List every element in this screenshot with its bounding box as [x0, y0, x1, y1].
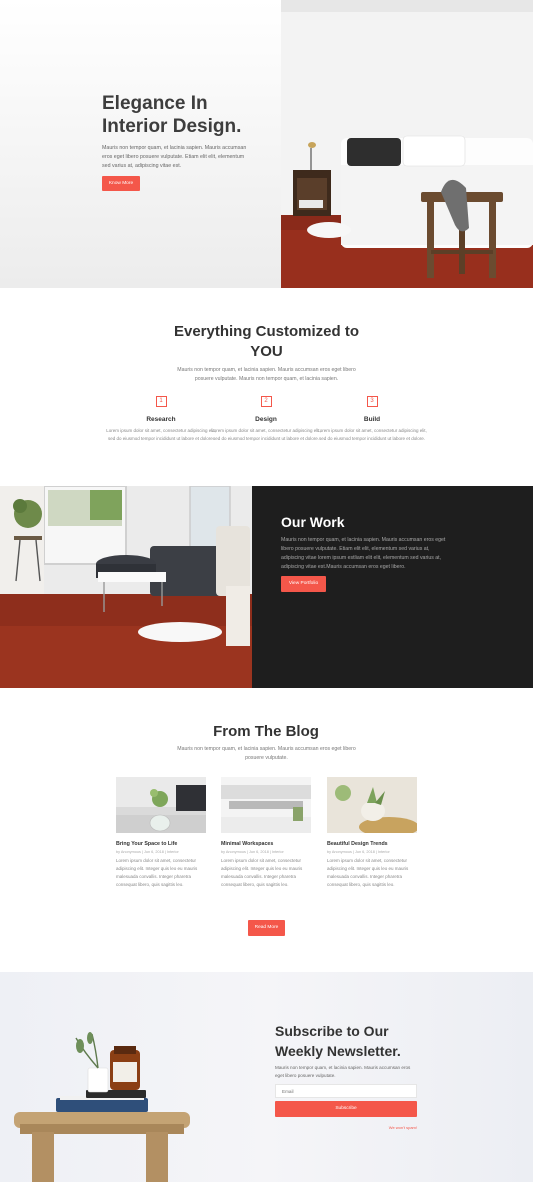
feature-title: Research: [146, 416, 176, 423]
feature-research: 1 Research Lorem ipsum dolor sit amet, c…: [106, 396, 216, 443]
features-title: Everything Customized to YOU: [173, 323, 360, 360]
blog-title: From The Blog: [213, 723, 319, 740]
hero-section: Elegance In Interior Design. Mauris non …: [0, 0, 533, 288]
feature-number-badge: 2: [260, 396, 272, 407]
blog-post-excerpt: Lorem ipsum dolor sit amet, consectetur …: [327, 858, 409, 887]
read-more-button[interactable]: Read More: [248, 920, 285, 936]
hero-bedroom-image: [281, 0, 533, 288]
our-work-description: Mauris non tempor quam, et lacinia sapie…: [281, 537, 446, 570]
feature-number-badge: 3: [366, 396, 378, 407]
feature-text: Lorem ipsum dolor sit amet, consectetur …: [106, 428, 216, 441]
living-room-image: [0, 486, 252, 688]
newsletter-background: [0, 972, 533, 1182]
features-subtitle: Mauris non tempor quam, et lacinia sapie…: [177, 367, 356, 382]
know-more-button[interactable]: Know More: [102, 176, 140, 191]
subscribe-button[interactable]: Subscribe: [275, 1101, 417, 1117]
stool-with-decor-image: [14, 1032, 190, 1182]
blog-post-excerpt: Lorem ipsum dolor sit amet, consectetur …: [116, 858, 198, 887]
feature-title: Design: [255, 416, 277, 423]
blog-post-meta: by Anonymous | Jun 6, 2018 | Interior: [116, 850, 179, 854]
feature-text: Lorem ipsum dolor sit amet, consectetur …: [211, 428, 321, 441]
feature-number-badge: 1: [155, 396, 167, 407]
feature-text: Lorem ipsum dolor sit amet, consectetur …: [317, 428, 427, 441]
view-portfolio-button[interactable]: View Portfolio: [281, 576, 326, 592]
feature-title: Build: [363, 416, 381, 423]
blog-post-title[interactable]: Bring Your Space to Life: [116, 841, 206, 847]
blog-post-image[interactable]: [221, 777, 311, 833]
blog-post-meta: by Anonymous | Jun 6, 2018 | Interior: [327, 850, 390, 854]
blog-post-card[interactable]: Beautiful Design Trends by Anonymous | J…: [327, 777, 417, 889]
blog-post-card[interactable]: Minimal Workspaces by Anonymous | Jun 6,…: [221, 777, 311, 889]
blog-post-title[interactable]: Beautiful Design Trends: [327, 841, 417, 847]
feature-design: 2 Design Lorem ipsum dolor sit amet, con…: [211, 396, 321, 443]
feature-build: 3 Build Lorem ipsum dolor sit amet, cons…: [317, 396, 427, 443]
blog-post-card[interactable]: Bring Your Space to Life by Anonymous | …: [116, 777, 206, 889]
newsletter-title: Subscribe to Our Weekly Newsletter.: [275, 1023, 401, 1059]
our-work-title: Our Work: [281, 514, 345, 530]
hero-title: Elegance In Interior Design.: [102, 93, 242, 137]
blog-subtitle: Mauris non tempor quam, et lacinia sapie…: [177, 746, 356, 761]
blog-post-image[interactable]: [327, 777, 417, 833]
no-spam-note: We won't spam!: [388, 1125, 417, 1130]
blog-post-image[interactable]: [116, 777, 206, 833]
blog-post-excerpt: Lorem ipsum dolor sit amet, consectetur …: [221, 858, 303, 887]
hero-description: Mauris non tempor quam, et lacinia sapie…: [102, 145, 247, 169]
blog-post-title[interactable]: Minimal Workspaces: [221, 841, 311, 847]
email-input[interactable]: [275, 1084, 417, 1098]
blog-post-meta: by Anonymous | Jun 6, 2018 | Interior: [221, 850, 284, 854]
newsletter-description: Mauris non tempor quam, et lacinia sapie…: [275, 1065, 411, 1078]
